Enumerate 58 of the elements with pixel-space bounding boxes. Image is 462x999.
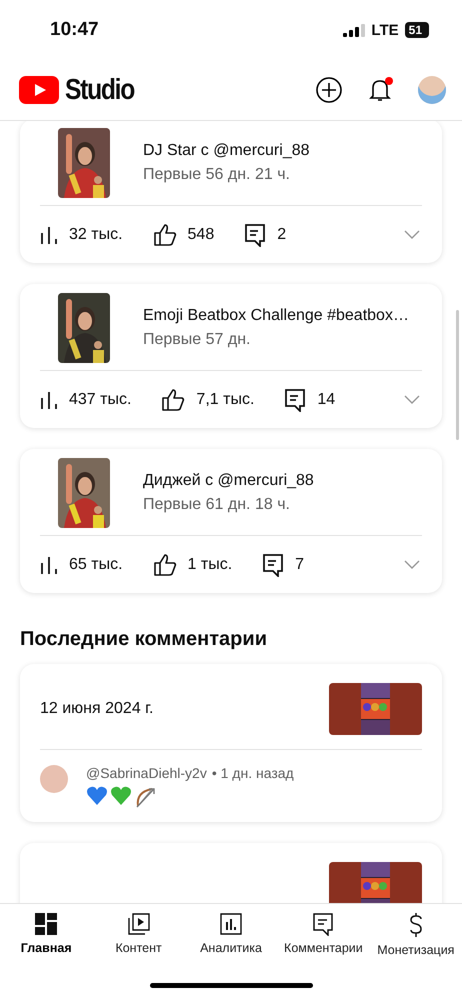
bow-and-arrow-icon	[134, 786, 156, 808]
video-title: Emoji Beatbox Challenge #beatbox…	[143, 307, 409, 325]
analytics-icon	[219, 912, 244, 936]
nav-tab[interactable]: Монетизация	[370, 904, 462, 966]
comments-count: 7	[295, 556, 304, 574]
bar-chart-icon	[40, 554, 58, 574]
chevron-down-icon[interactable]	[404, 395, 420, 404]
nav-tab[interactable]: Контент	[92, 904, 185, 966]
thumbs-up-icon	[152, 552, 177, 576]
notifications-button[interactable]	[368, 77, 392, 103]
dashboard-icon	[34, 912, 58, 936]
section-heading: Последние комментарии	[20, 627, 268, 651]
create-button[interactable]	[316, 77, 342, 103]
nav-tab[interactable]: Аналитика	[184, 904, 278, 966]
comment-icon	[244, 222, 266, 246]
views-count: 437 тыс.	[69, 390, 132, 408]
video-card[interactable]: Диджей с @mercuri_88 Первые 61 дн. 18 ч. 65 тыс. 1 тыс. 7	[20, 449, 442, 593]
comment-author: @SabrinaDiehl-y2v	[86, 765, 207, 781]
comment-icon	[262, 552, 284, 576]
heart-icon	[86, 786, 108, 806]
comment-time: • 1 дн. назад	[212, 765, 294, 781]
battery-indicator: 51	[404, 22, 429, 38]
video-card[interactable]: Emoji Beatbox Challenge #beatbox… Первые 57 дн. 437 тыс. 7,1 тыс. 14	[20, 284, 442, 428]
comments-count: 14	[317, 390, 336, 408]
video-library-icon	[126, 912, 151, 936]
likes-count: 1 тыс.	[188, 556, 232, 574]
nav-tab[interactable]: Главная	[0, 904, 92, 966]
avatar-button[interactable]	[418, 76, 446, 104]
views-count: 65 тыс.	[69, 556, 123, 574]
bar-chart-icon	[40, 390, 58, 410]
comment-icon	[284, 388, 306, 412]
comments-count: 2	[277, 226, 286, 244]
heart-icon	[110, 786, 132, 806]
likes-count: 7,1 тыс.	[196, 390, 254, 408]
play-logo-icon	[19, 76, 59, 104]
comment-icon	[312, 912, 334, 936]
thumbs-up-icon	[152, 222, 177, 246]
video-title: Диджей с @mercuri_88	[143, 472, 314, 490]
clock: 10:47	[50, 19, 99, 41]
views-count: 32 тыс.	[69, 226, 123, 244]
comment-card[interactable]: 12 июня 2024 г. @SabrinaDiehl-y2v • 1 дн. назад	[20, 664, 442, 822]
video-age: Первые 56 дн. 21 ч.	[143, 166, 291, 184]
signal-icon	[343, 24, 366, 36]
video-card[interactable]: DJ Star с @mercuri_88 Первые 56 дн. 21 ч. 32 тыс. 548 2	[20, 121, 442, 263]
likes-count: 548	[188, 226, 214, 244]
comment-date: 12 июня 2024 г.	[40, 700, 154, 718]
dollar-icon	[408, 912, 424, 938]
nav-tab[interactable]: Комментарии	[277, 904, 370, 966]
thumbs-up-icon	[161, 388, 186, 412]
logo-text: Studio	[65, 74, 134, 106]
video-age: Первые 57 дн.	[143, 331, 252, 349]
video-age: Первые 61 дн. 18 ч.	[143, 496, 291, 514]
chevron-down-icon[interactable]	[404, 230, 420, 239]
chevron-down-icon[interactable]	[404, 560, 420, 569]
bar-chart-icon	[40, 224, 58, 244]
video-title: DJ Star с @mercuri_88	[143, 142, 310, 160]
commenter-avatar	[40, 765, 68, 793]
network-label: LTE	[371, 22, 399, 38]
